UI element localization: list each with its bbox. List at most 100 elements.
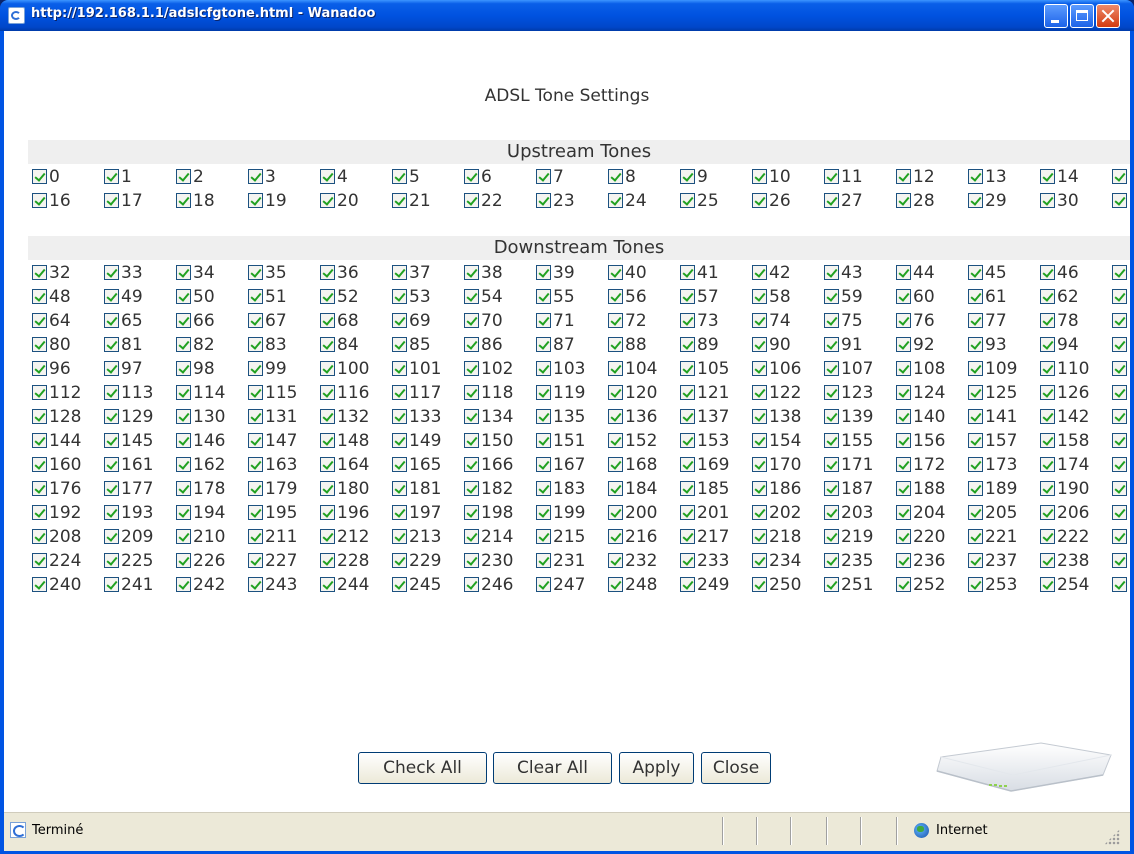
tone-checkbox[interactable] <box>464 361 479 376</box>
tone-checkbox[interactable] <box>320 481 335 496</box>
tone-checkbox[interactable] <box>1040 265 1055 280</box>
close-window-button[interactable] <box>1096 4 1120 28</box>
tone-checkbox[interactable] <box>1040 361 1055 376</box>
tone-checkbox[interactable] <box>752 433 767 448</box>
tone-checkbox[interactable] <box>824 337 839 352</box>
tone-checkbox[interactable] <box>680 433 695 448</box>
tone-checkbox[interactable] <box>608 577 623 592</box>
tone-checkbox[interactable] <box>968 577 983 592</box>
tone-checkbox[interactable] <box>968 409 983 424</box>
tone-checkbox[interactable] <box>248 505 263 520</box>
tone-checkbox[interactable] <box>968 313 983 328</box>
tone-checkbox[interactable] <box>1040 313 1055 328</box>
tone-checkbox[interactable] <box>320 553 335 568</box>
tone-checkbox[interactable] <box>104 577 119 592</box>
tone-checkbox[interactable] <box>32 289 47 304</box>
tone-checkbox[interactable] <box>248 169 263 184</box>
tone-checkbox[interactable] <box>968 457 983 472</box>
tone-checkbox[interactable] <box>392 337 407 352</box>
tone-checkbox[interactable] <box>104 337 119 352</box>
tone-checkbox[interactable] <box>392 289 407 304</box>
tone-checkbox[interactable] <box>1112 481 1127 496</box>
tone-checkbox[interactable] <box>752 553 767 568</box>
tone-checkbox[interactable] <box>464 433 479 448</box>
tone-checkbox[interactable] <box>968 505 983 520</box>
tone-checkbox[interactable] <box>248 553 263 568</box>
tone-checkbox[interactable] <box>1112 361 1127 376</box>
tone-checkbox[interactable] <box>824 385 839 400</box>
tone-checkbox[interactable] <box>392 169 407 184</box>
tone-checkbox[interactable] <box>536 481 551 496</box>
tone-checkbox[interactable] <box>680 169 695 184</box>
tone-checkbox[interactable] <box>896 385 911 400</box>
tone-checkbox[interactable] <box>1112 313 1127 328</box>
tone-checkbox[interactable] <box>824 193 839 208</box>
tone-checkbox[interactable] <box>32 361 47 376</box>
tone-checkbox[interactable] <box>824 361 839 376</box>
tone-checkbox[interactable] <box>320 361 335 376</box>
tone-checkbox[interactable] <box>176 457 191 472</box>
tone-checkbox[interactable] <box>968 529 983 544</box>
tone-checkbox[interactable] <box>32 169 47 184</box>
tone-checkbox[interactable] <box>176 577 191 592</box>
tone-checkbox[interactable] <box>104 313 119 328</box>
tone-checkbox[interactable] <box>824 169 839 184</box>
tone-checkbox[interactable] <box>896 433 911 448</box>
tone-checkbox[interactable] <box>824 289 839 304</box>
tone-checkbox[interactable] <box>608 433 623 448</box>
tone-checkbox[interactable] <box>536 577 551 592</box>
tone-checkbox[interactable] <box>248 361 263 376</box>
tone-checkbox[interactable] <box>968 193 983 208</box>
tone-checkbox[interactable] <box>752 337 767 352</box>
tone-checkbox[interactable] <box>1040 433 1055 448</box>
tone-checkbox[interactable] <box>536 385 551 400</box>
tone-checkbox[interactable] <box>1040 169 1055 184</box>
tone-checkbox[interactable] <box>680 265 695 280</box>
tone-checkbox[interactable] <box>1112 169 1127 184</box>
title-bar[interactable]: http://192.168.1.1/adslcfgtone.html - Wa… <box>0 0 1134 31</box>
tone-checkbox[interactable] <box>104 409 119 424</box>
apply-button[interactable]: Apply <box>619 752 694 784</box>
tone-checkbox[interactable] <box>608 457 623 472</box>
tone-checkbox[interactable] <box>1040 193 1055 208</box>
tone-checkbox[interactable] <box>32 409 47 424</box>
tone-checkbox[interactable] <box>680 577 695 592</box>
tone-checkbox[interactable] <box>824 481 839 496</box>
tone-checkbox[interactable] <box>536 553 551 568</box>
tone-checkbox[interactable] <box>680 337 695 352</box>
tone-checkbox[interactable] <box>680 289 695 304</box>
tone-checkbox[interactable] <box>968 553 983 568</box>
tone-checkbox[interactable] <box>752 193 767 208</box>
tone-checkbox[interactable] <box>176 193 191 208</box>
tone-checkbox[interactable] <box>176 265 191 280</box>
close-button[interactable]: Close <box>701 752 771 784</box>
tone-checkbox[interactable] <box>680 481 695 496</box>
tone-checkbox[interactable] <box>824 553 839 568</box>
tone-checkbox[interactable] <box>896 289 911 304</box>
tone-checkbox[interactable] <box>248 337 263 352</box>
tone-checkbox[interactable] <box>320 457 335 472</box>
tone-checkbox[interactable] <box>752 505 767 520</box>
tone-checkbox[interactable] <box>536 337 551 352</box>
tone-checkbox[interactable] <box>1040 505 1055 520</box>
tone-checkbox[interactable] <box>896 265 911 280</box>
tone-checkbox[interactable] <box>32 313 47 328</box>
tone-checkbox[interactable] <box>896 505 911 520</box>
tone-checkbox[interactable] <box>608 337 623 352</box>
tone-checkbox[interactable] <box>896 457 911 472</box>
tone-checkbox[interactable] <box>608 361 623 376</box>
tone-checkbox[interactable] <box>32 193 47 208</box>
tone-checkbox[interactable] <box>608 289 623 304</box>
tone-checkbox[interactable] <box>608 553 623 568</box>
tone-checkbox[interactable] <box>536 289 551 304</box>
tone-checkbox[interactable] <box>1112 457 1127 472</box>
tone-checkbox[interactable] <box>392 313 407 328</box>
tone-checkbox[interactable] <box>176 289 191 304</box>
tone-checkbox[interactable] <box>680 409 695 424</box>
tone-checkbox[interactable] <box>896 553 911 568</box>
tone-checkbox[interactable] <box>968 385 983 400</box>
tone-checkbox[interactable] <box>608 193 623 208</box>
tone-checkbox[interactable] <box>176 361 191 376</box>
tone-checkbox[interactable] <box>1040 409 1055 424</box>
tone-checkbox[interactable] <box>680 193 695 208</box>
